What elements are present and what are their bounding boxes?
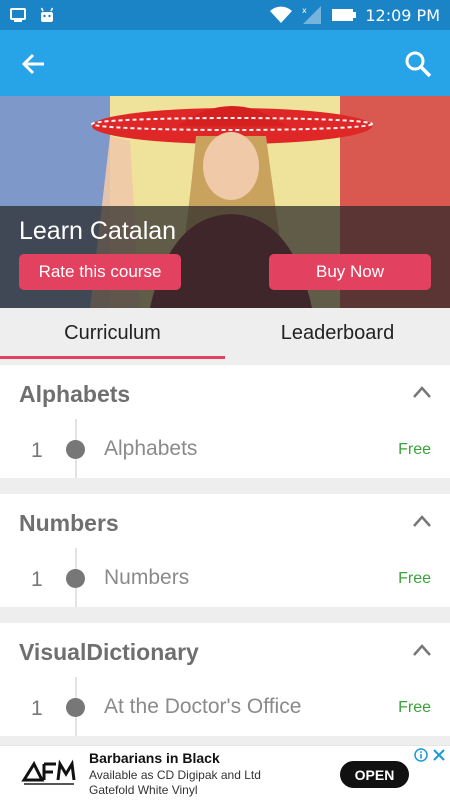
back-arrow-icon[interactable] xyxy=(18,48,50,80)
screen-cast-icon xyxy=(10,8,26,22)
status-bar: x 12:09 PM xyxy=(0,0,450,30)
section-title: Numbers xyxy=(19,510,119,536)
section-numbers: Numbers 1 Numbers Free xyxy=(0,494,450,607)
curriculum-list: Alphabets 1 Alphabets Free Numbers 1 Num… xyxy=(0,359,450,736)
section-header[interactable]: Alphabets xyxy=(0,365,450,421)
lesson-number: 1 xyxy=(31,568,43,591)
tab-curriculum[interactable]: Curriculum xyxy=(0,308,225,359)
lesson-name: At the Doctor's Office xyxy=(104,695,302,718)
signal-icon: x xyxy=(302,6,322,24)
free-badge: Free xyxy=(398,441,431,458)
course-hero: Learn Catalan Rate this course Buy Now xyxy=(0,96,450,308)
lesson-row[interactable]: 1 Numbers Free xyxy=(0,548,450,607)
advertiser-logo xyxy=(21,759,76,785)
course-title: Learn Catalan xyxy=(19,217,177,245)
svg-text:x: x xyxy=(302,6,307,15)
ad-open-button[interactable]: OPEN xyxy=(340,761,409,788)
section-title: Alphabets xyxy=(19,381,131,407)
section-header[interactable]: Numbers xyxy=(0,494,450,550)
info-icon[interactable] xyxy=(414,748,428,762)
section-alphabets: Alphabets 1 Alphabets Free xyxy=(0,365,450,478)
ad-title: Barbarians in Black xyxy=(89,750,220,766)
wifi-icon xyxy=(270,6,293,23)
buy-now-button[interactable]: Buy Now xyxy=(269,254,431,290)
chevron-up-icon[interactable] xyxy=(412,383,432,403)
lesson-name: Numbers xyxy=(104,566,190,589)
section-header[interactable]: VisualDictionary xyxy=(0,623,450,679)
lesson-dot xyxy=(66,569,85,588)
lesson-name: Alphabets xyxy=(104,437,198,460)
ad-description: Available as CD Digipak and Ltd Gatefold… xyxy=(89,768,261,797)
status-time: 12:09 PM xyxy=(365,5,440,25)
lesson-row[interactable]: 1 Alphabets Free xyxy=(0,419,450,478)
section-visual-dictionary: VisualDictionary 1 At the Doctor's Offic… xyxy=(0,623,450,736)
lesson-number: 1 xyxy=(31,439,43,462)
android-icon xyxy=(40,7,54,22)
ad-banner[interactable]: Barbarians in Black Available as CD Digi… xyxy=(0,745,450,800)
app-bar xyxy=(0,30,450,96)
chevron-up-icon[interactable] xyxy=(412,641,432,661)
lesson-dot xyxy=(66,440,85,459)
free-badge: Free xyxy=(398,699,431,716)
course-tabs: Curriculum Leaderboard xyxy=(0,308,450,359)
search-icon[interactable] xyxy=(402,48,434,80)
rate-course-button[interactable]: Rate this course xyxy=(19,254,181,290)
battery-icon xyxy=(332,9,357,21)
tab-leaderboard[interactable]: Leaderboard xyxy=(225,308,450,359)
lesson-number: 1 xyxy=(31,697,43,720)
free-badge: Free xyxy=(398,570,431,587)
close-icon[interactable] xyxy=(432,748,446,762)
lesson-dot xyxy=(66,698,85,717)
chevron-up-icon[interactable] xyxy=(412,512,432,532)
lesson-row[interactable]: 1 At the Doctor's Office Free xyxy=(0,677,450,736)
section-title: VisualDictionary xyxy=(19,639,199,665)
